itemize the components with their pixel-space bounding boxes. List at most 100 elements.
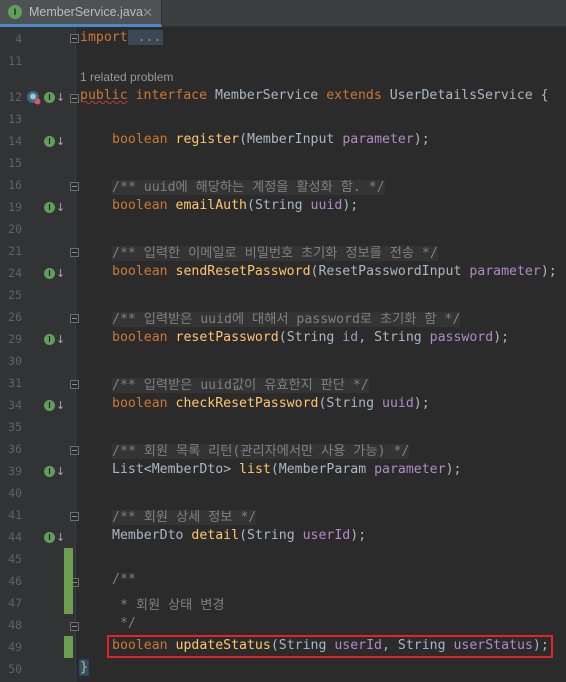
fold-marker-icon[interactable] [70, 94, 79, 103]
method-name: emailAuth [175, 198, 247, 213]
folded-imports[interactable]: ... [127, 30, 164, 45]
close-icon[interactable]: ✕ [142, 5, 153, 21]
line-number: 12 [8, 90, 22, 104]
line-number: 25 [8, 288, 22, 302]
keyword: boolean [112, 396, 168, 411]
line-number: 50 [8, 662, 22, 676]
parameter-name: password [429, 330, 494, 345]
fold-marker-icon[interactable] [70, 446, 79, 455]
vcs-change-marker[interactable] [64, 548, 73, 614]
code-line[interactable]: import ... [80, 30, 164, 45]
brace: { [540, 88, 549, 103]
line-number: 21 [8, 244, 22, 258]
brace: } [79, 659, 89, 676]
keyword: public [80, 88, 128, 103]
type-name: String [247, 528, 295, 543]
interface-name: MemberService [215, 88, 319, 103]
fold-marker-icon[interactable] [70, 380, 79, 389]
code-line[interactable]: MemberDto detail(String userId); [112, 528, 366, 543]
code-line[interactable]: /** 회원 목록 리턴(관리자에서만 사용 가능) */ [112, 440, 410, 459]
fold-marker-icon[interactable] [70, 512, 79, 521]
method-name: list [239, 462, 271, 477]
code-line[interactable]: boolean resetPassword(String id, String … [112, 330, 509, 345]
doc-comment: /** uuid에 해당하는 계정을 활성화 함. */ [112, 180, 385, 195]
parameter-name: parameter [342, 132, 414, 147]
implemented-method-icon[interactable]: I ↓ [44, 465, 65, 480]
keyword: boolean [112, 264, 168, 279]
code-line[interactable]: /** 입력받은 uuid값이 유효한지 판단 */ [112, 374, 369, 393]
vcs-change-marker[interactable] [64, 636, 73, 658]
line-number: 45 [8, 552, 22, 566]
type-name: ResetPasswordInput [318, 264, 462, 279]
line-number: 40 [8, 486, 22, 500]
type-name: List [112, 462, 144, 477]
parameter-name: uuid [310, 198, 343, 213]
fold-marker-icon[interactable] [70, 182, 79, 191]
parameter-name: parameter [374, 462, 446, 477]
implemented-method-icon[interactable]: I ↓ [44, 135, 65, 150]
doc-comment: * 회원 상태 변경 [112, 598, 225, 613]
type-name: String [374, 330, 422, 345]
line-number: 15 [8, 156, 22, 170]
code-line[interactable]: /** 회원 상세 정보 */ [112, 506, 257, 525]
type-name: MemberDto [151, 462, 224, 477]
fold-marker-icon[interactable] [70, 248, 79, 257]
implemented-method-icon[interactable]: I ↓ [44, 531, 65, 546]
code-line[interactable]: /** [112, 572, 136, 587]
tab-memberservice[interactable]: I MemberService.java ✕ [0, 0, 162, 27]
line-number: 29 [8, 332, 22, 346]
implemented-method-icon[interactable]: I ↓ [44, 267, 65, 282]
line-number: 26 [8, 310, 22, 324]
line-number: 41 [8, 508, 22, 522]
line-number: 34 [8, 398, 22, 412]
highlight-annotation-box [107, 635, 553, 658]
line-number: 16 [8, 178, 22, 192]
parameter-name: id [342, 330, 359, 345]
super-interface: UserDetailsService [389, 88, 533, 103]
keyword: boolean [112, 330, 168, 345]
doc-comment: /** 회원 상세 정보 */ [112, 510, 257, 525]
type-name: String [286, 330, 335, 345]
line-number: 19 [8, 200, 22, 214]
code-line[interactable]: /** 입력한 이메일로 비밀번호 초기화 정보를 전송 */ [112, 242, 438, 261]
code-line[interactable]: boolean checkResetPassword(String uuid); [112, 396, 430, 411]
line-number: 4 [15, 32, 22, 46]
method-name: sendResetPassword [175, 264, 311, 279]
code-line[interactable]: boolean register(MemberInput parameter); [112, 132, 430, 147]
code-line[interactable]: } [79, 659, 89, 676]
type-name: String [254, 198, 303, 213]
implemented-method-icon[interactable]: I ↓ [44, 333, 65, 348]
keyword: boolean [112, 198, 168, 213]
line-number: 14 [8, 134, 22, 148]
line-number: 49 [8, 640, 22, 654]
code-line[interactable]: */ [112, 616, 136, 631]
related-problem-hint[interactable]: 1 related problem [80, 70, 173, 84]
code-line[interactable]: List<MemberDto> list(MemberParam paramet… [112, 462, 461, 477]
line-number: 39 [8, 464, 22, 478]
code-line[interactable]: /** 입력받은 uuid에 대해서 password로 초기화 함 */ [112, 308, 461, 327]
implemented-method-icon[interactable]: I ↓ [44, 91, 65, 106]
code-editor[interactable] [76, 27, 566, 682]
doc-comment: /** 입력받은 uuid에 대해서 password로 초기화 함 */ [112, 312, 461, 327]
line-number: 47 [8, 596, 22, 610]
code-line[interactable]: boolean emailAuth(String uuid); [112, 198, 358, 213]
method-name: detail [191, 528, 240, 543]
code-line[interactable]: boolean sendResetPassword(ResetPasswordI… [112, 264, 557, 279]
problem-bulb-icon[interactable] [26, 90, 41, 105]
code-line[interactable]: public interface MemberService extends U… [80, 88, 549, 103]
code-line[interactable]: * 회원 상태 변경 [112, 594, 225, 613]
line-number: 13 [8, 112, 22, 126]
method-name: checkResetPassword [175, 396, 319, 411]
fold-marker-icon[interactable] [70, 34, 79, 43]
doc-comment: /** 입력한 이메일로 비밀번호 초기화 정보를 전송 */ [112, 246, 438, 261]
fold-marker-icon[interactable] [70, 314, 79, 323]
doc-comment: /** 회원 목록 리턴(관리자에서만 사용 가능) */ [112, 444, 410, 459]
fold-marker-icon[interactable] [70, 622, 79, 631]
implemented-method-icon[interactable]: I ↓ [44, 201, 65, 216]
code-line[interactable]: /** uuid에 해당하는 계정을 활성화 함. */ [112, 176, 385, 195]
tab-filename: MemberService.java [29, 5, 143, 19]
doc-comment: /** 입력받은 uuid값이 유효한지 판단 */ [112, 378, 369, 393]
keyword: interface [135, 88, 208, 103]
keyword: extends [326, 88, 382, 103]
implemented-method-icon[interactable]: I ↓ [44, 399, 65, 414]
